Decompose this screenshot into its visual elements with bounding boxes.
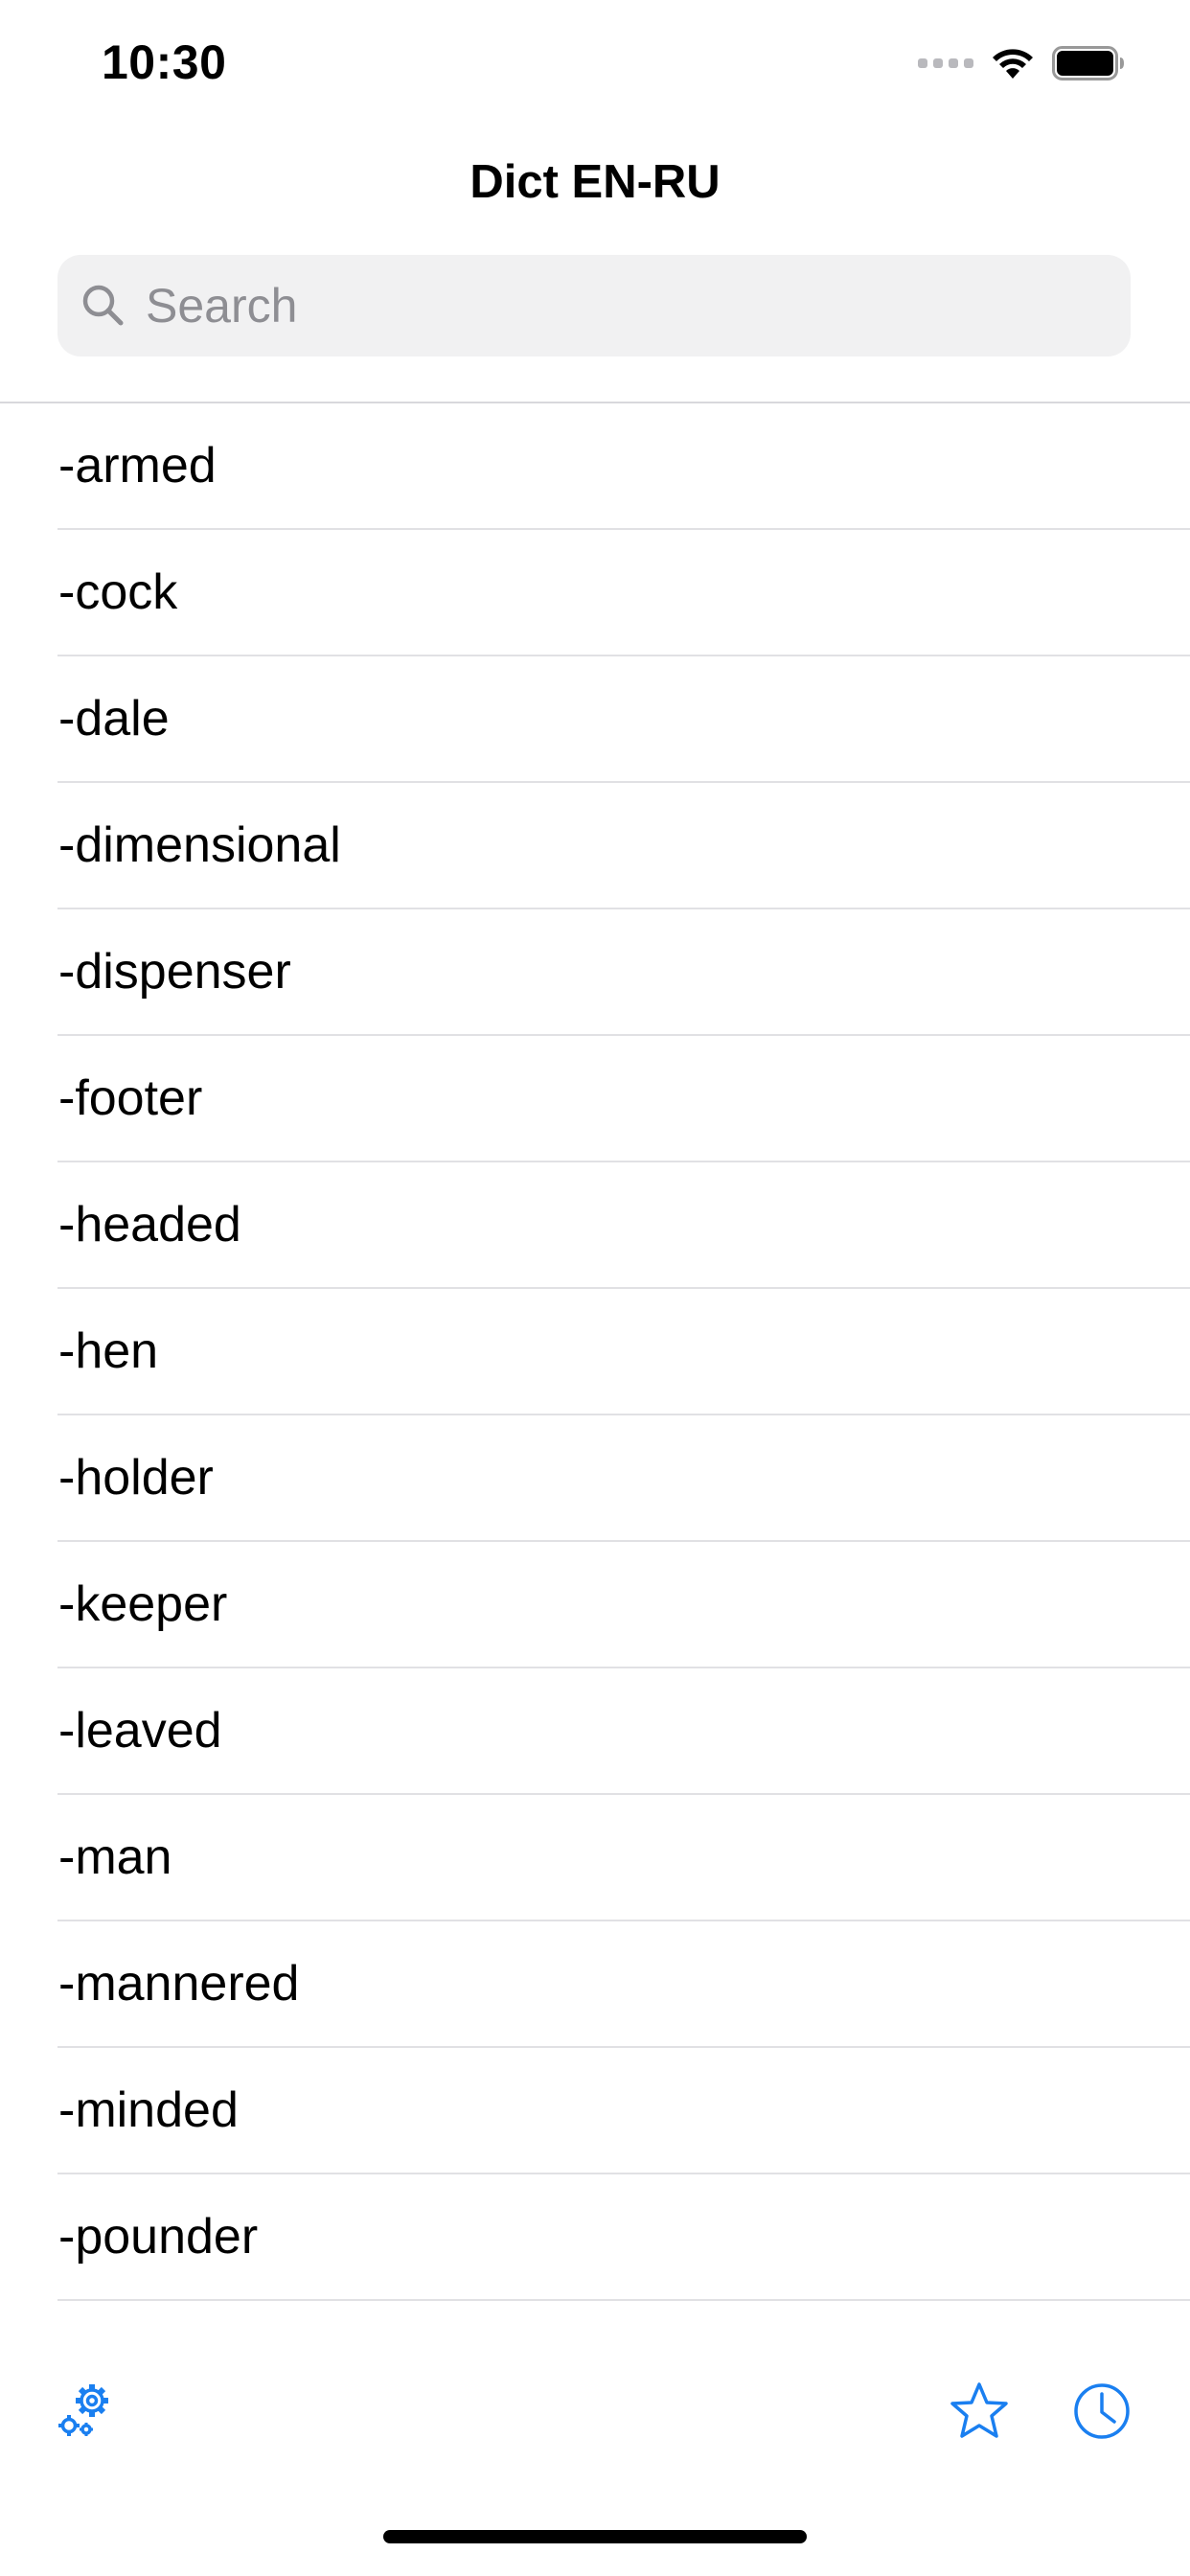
list-item[interactable]: -headed [0, 1162, 1190, 1289]
list-item-label: -hen [58, 1323, 159, 1379]
list-item-label: -headed [58, 1197, 241, 1253]
list-item-label: -footer [58, 1070, 203, 1126]
list-item-label: -man [58, 1829, 172, 1885]
home-indicator[interactable] [383, 2530, 807, 2543]
list-item-label: -proof [58, 2301, 189, 2339]
list-item-label: -dispenser [58, 944, 291, 1000]
list-item-label: -minded [58, 2082, 239, 2138]
search-input[interactable]: Search [57, 255, 1131, 356]
status-icons [918, 44, 1125, 82]
list-item[interactable]: -mannered [0, 1921, 1190, 2048]
list-item[interactable]: -dimensional [0, 783, 1190, 909]
list-item-label: -dale [58, 691, 170, 747]
list-item[interactable]: -man [0, 1795, 1190, 1921]
bottom-toolbar [0, 2339, 1190, 2483]
word-list[interactable]: -armed -cock -dale -dimensional -dispens… [0, 403, 1190, 2339]
list-item-label: -pounder [58, 2209, 259, 2265]
status-bar: 10:30 [0, 0, 1190, 126]
cellular-signal-icon [918, 58, 973, 68]
list-item-label: -holder [58, 1450, 214, 1506]
favorites-star-icon[interactable] [949, 2381, 1010, 2441]
search-placeholder: Search [146, 279, 298, 333]
list-item[interactable]: -holder [0, 1415, 1190, 1542]
list-item-label: -dimensional [58, 817, 341, 873]
list-item-label: -keeper [58, 1576, 228, 1632]
list-item[interactable]: -armed [0, 403, 1190, 530]
list-item[interactable]: -leaved [0, 1668, 1190, 1795]
status-time: 10:30 [102, 35, 227, 89]
list-item[interactable]: -hen [0, 1289, 1190, 1415]
list-item-label: -cock [58, 564, 178, 620]
list-item[interactable]: -dispenser [0, 909, 1190, 1036]
list-item[interactable]: -footer [0, 1036, 1190, 1162]
list-item[interactable]: -cock [0, 530, 1190, 656]
list-item-label: -armed [58, 438, 217, 494]
history-clock-icon[interactable] [1071, 2380, 1133, 2442]
search-icon [82, 285, 124, 326]
page-title: Dict EN-RU [469, 156, 721, 208]
list-item[interactable]: -keeper [0, 1542, 1190, 1668]
list-item[interactable]: -minded [0, 2048, 1190, 2174]
list-item[interactable]: -proof [0, 2301, 1190, 2339]
list-item-label: -mannered [58, 1956, 300, 2012]
list-item[interactable]: -pounder [0, 2174, 1190, 2301]
list-item-label: -leaved [58, 1703, 222, 1759]
settings-gears-icon[interactable] [56, 2380, 119, 2441]
list-item[interactable]: -dale [0, 656, 1190, 783]
battery-icon [1052, 46, 1124, 80]
wifi-icon [993, 49, 1033, 79]
